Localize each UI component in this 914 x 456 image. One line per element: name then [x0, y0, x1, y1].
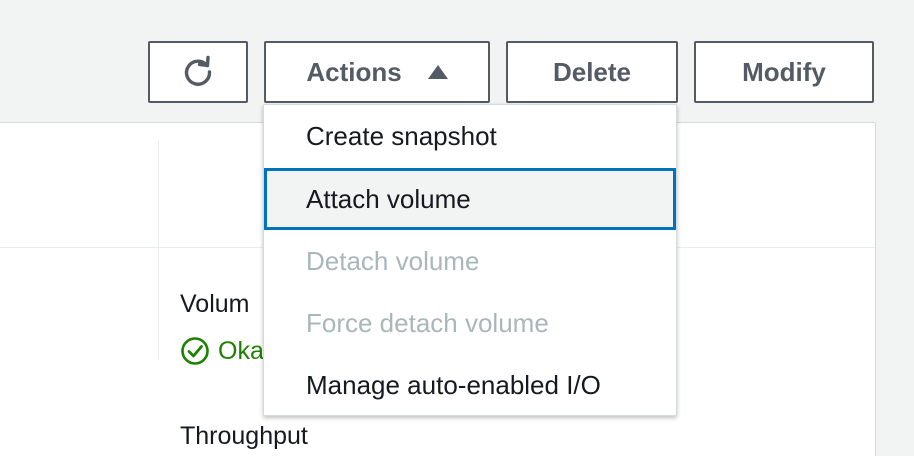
delete-button[interactable]: Delete [506, 41, 678, 103]
menu-item-label: Create snapshot [306, 120, 497, 151]
caret-up-icon [427, 65, 448, 79]
menu-item-manage-auto-enabled-io[interactable]: Manage auto-enabled I/O [264, 354, 676, 416]
modify-label: Modify [742, 56, 826, 87]
menu-item-label: Attach volume [306, 183, 471, 214]
menu-item-force-detach-volume: Force detach volume [264, 292, 676, 354]
menu-item-detach-volume: Detach volume [264, 230, 676, 292]
status-indicator: Oka [180, 336, 264, 366]
menu-item-label: Force detach volume [306, 307, 549, 338]
status-text: Oka [218, 336, 264, 365]
column-divider [158, 140, 159, 360]
actions-label: Actions [306, 56, 402, 87]
delete-label: Delete [552, 56, 632, 87]
throughput-label: Throughput [180, 422, 308, 450]
modify-button[interactable]: Modify [694, 41, 874, 103]
check-circle-icon [181, 337, 209, 365]
refresh-icon [184, 55, 212, 86]
refresh-button[interactable] [148, 41, 248, 103]
menu-item-label: Detach volume [306, 245, 480, 276]
volume-state-label: Volum [180, 290, 250, 318]
menu-item-label: Manage auto-enabled I/O [306, 369, 601, 400]
actions-button[interactable]: Actions [264, 41, 490, 103]
menu-item-create-snapshot[interactable]: Create snapshot [264, 105, 676, 167]
menu-item-attach-volume[interactable]: Attach volume [264, 168, 676, 230]
volume-details-page: Volum Oka Throughput Actions Delete Modi… [0, 0, 914, 456]
actions-dropdown-menu: Create snapshot Attach volume Detach vol… [263, 104, 677, 416]
